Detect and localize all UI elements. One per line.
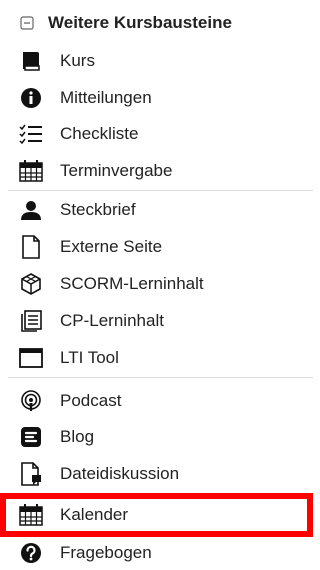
item-label: Steckbrief [60,199,136,219]
course-element-fragebogen[interactable]: Fragebogen [0,535,313,570]
course-element-dateidiskussion[interactable]: Dateidiskussion [0,456,313,491]
course-element-kurs[interactable]: Kurs [0,43,313,78]
item-label: Externe Seite [60,236,163,256]
question-icon [17,541,45,565]
item-label: Blog [60,426,95,446]
page-icon [17,234,45,259]
course-element-blog[interactable]: Blog [0,419,313,454]
item-label: Fragebogen [60,542,152,562]
podcast-icon [17,389,45,413]
file-discussion-icon [17,461,45,486]
book-icon [17,49,45,73]
collapse-icon[interactable] [20,16,34,30]
course-element-podcast[interactable]: Podcast [0,383,313,418]
content-package-icon [17,309,45,333]
item-label: Mitteilungen [60,87,152,107]
course-element-steckbrief[interactable]: Steckbrief [0,192,313,227]
divider [8,190,313,191]
section-title: Weitere Kursbausteine [48,13,232,32]
divider [8,377,313,378]
course-element-lti-tool[interactable]: LTI Tool [0,340,313,375]
course-element-terminvergabe[interactable]: Terminvergabe [0,153,313,188]
course-element-mitteilungen[interactable]: Mitteilungen [0,80,313,115]
course-element-cp-lerninhalt[interactable]: CP-Lerninhalt [0,303,313,338]
item-label: Terminvergabe [60,160,173,180]
user-icon [17,198,45,222]
course-element-scorm[interactable]: SCORM-Lerninhalt [0,266,313,301]
item-label: Podcast [60,390,122,410]
course-element-externe-seite[interactable]: Externe Seite [0,229,313,264]
selection-highlight [0,493,313,537]
calendar-icon [17,159,45,183]
package-icon [17,272,45,296]
item-label: Kurs [60,50,95,70]
checklist-icon [17,122,45,146]
course-elements-panel: Weitere Kursbausteine Kurs Mitteilungen … [0,0,313,564]
section-header[interactable]: Weitere Kursbausteine [0,8,313,38]
item-label: SCORM-Lerninhalt [60,273,204,293]
item-label: Dateidiskussion [60,463,180,483]
item-label: Checkliste [60,123,139,143]
window-icon [17,346,45,370]
course-element-checkliste[interactable]: Checkliste [0,116,313,151]
blog-icon [17,425,45,449]
info-circle-icon [17,86,45,110]
item-label: LTI Tool [60,347,119,367]
item-label: CP-Lerninhalt [60,310,164,330]
